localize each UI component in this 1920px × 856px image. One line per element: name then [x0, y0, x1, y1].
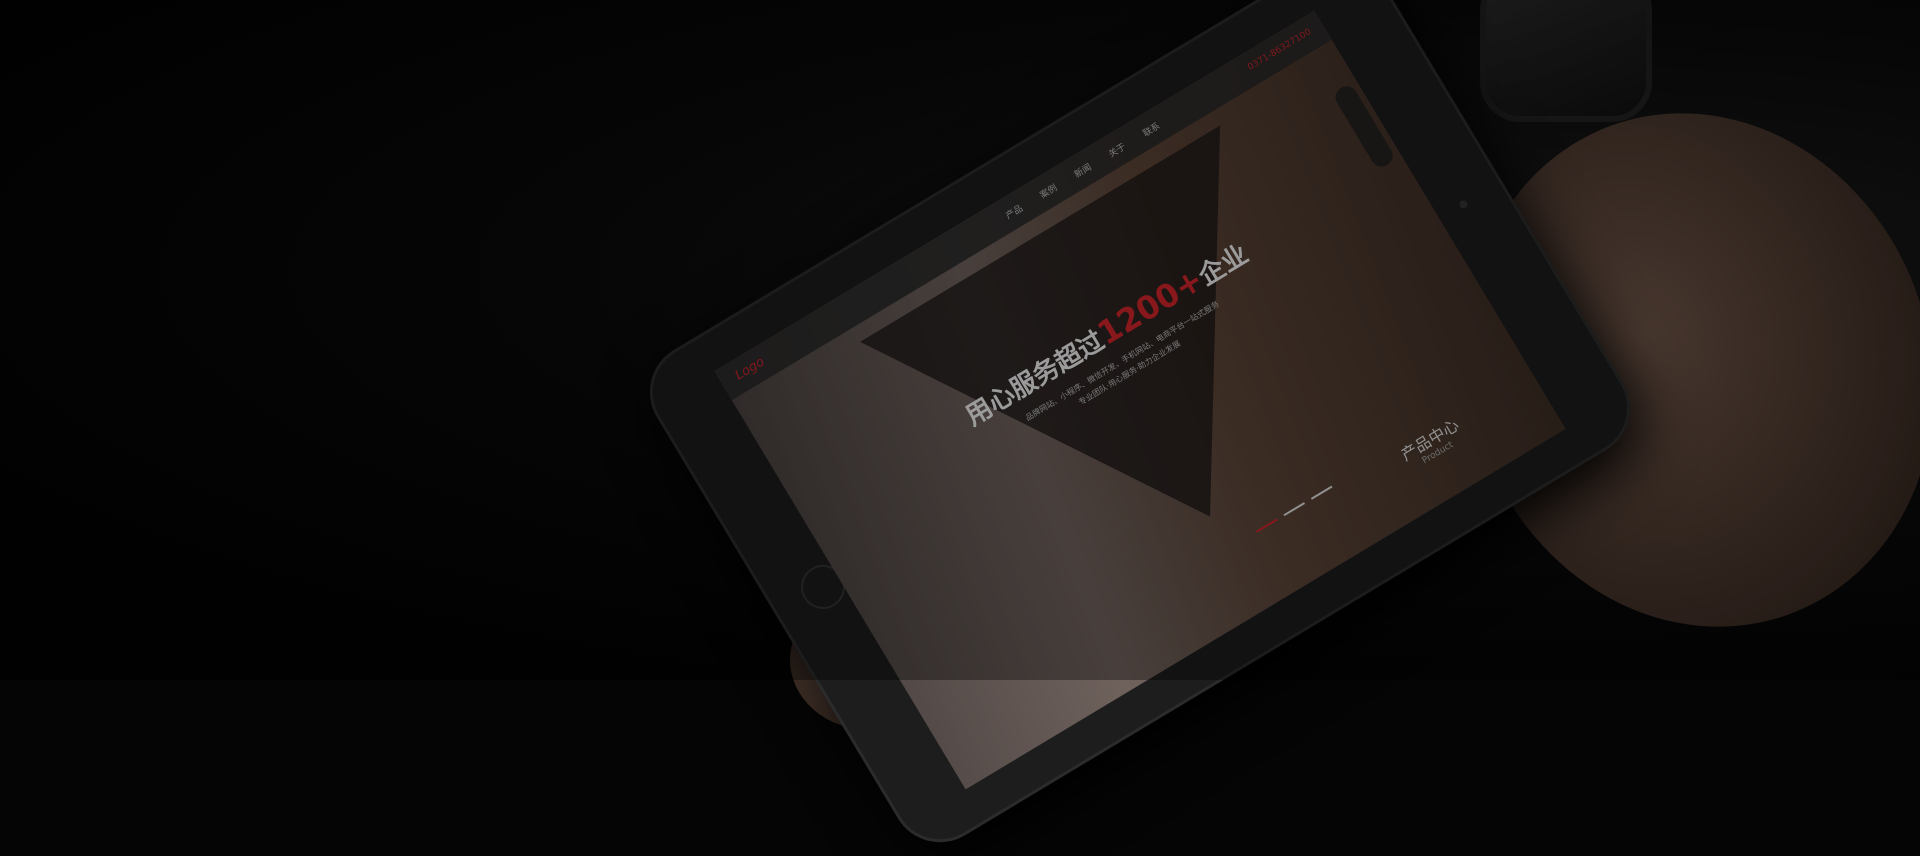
product-section-title: 产品中心 Product — [1396, 412, 1468, 474]
glasses — [1480, 0, 1652, 122]
camera — [1458, 198, 1469, 210]
slider-indicators[interactable] — [1256, 485, 1333, 533]
nav-item[interactable]: 联系 — [1140, 119, 1163, 139]
site-logo: Logo — [732, 354, 768, 384]
nav-item[interactable]: 案例 — [1037, 181, 1060, 201]
phone-number: 0371-86327100 — [1246, 27, 1314, 73]
nav-item[interactable]: 产品 — [1003, 201, 1025, 222]
nav-item[interactable]: 新闻 — [1071, 160, 1094, 181]
nav-item[interactable]: 关于 — [1106, 139, 1128, 160]
floating-toolbar[interactable] — [1331, 82, 1397, 171]
